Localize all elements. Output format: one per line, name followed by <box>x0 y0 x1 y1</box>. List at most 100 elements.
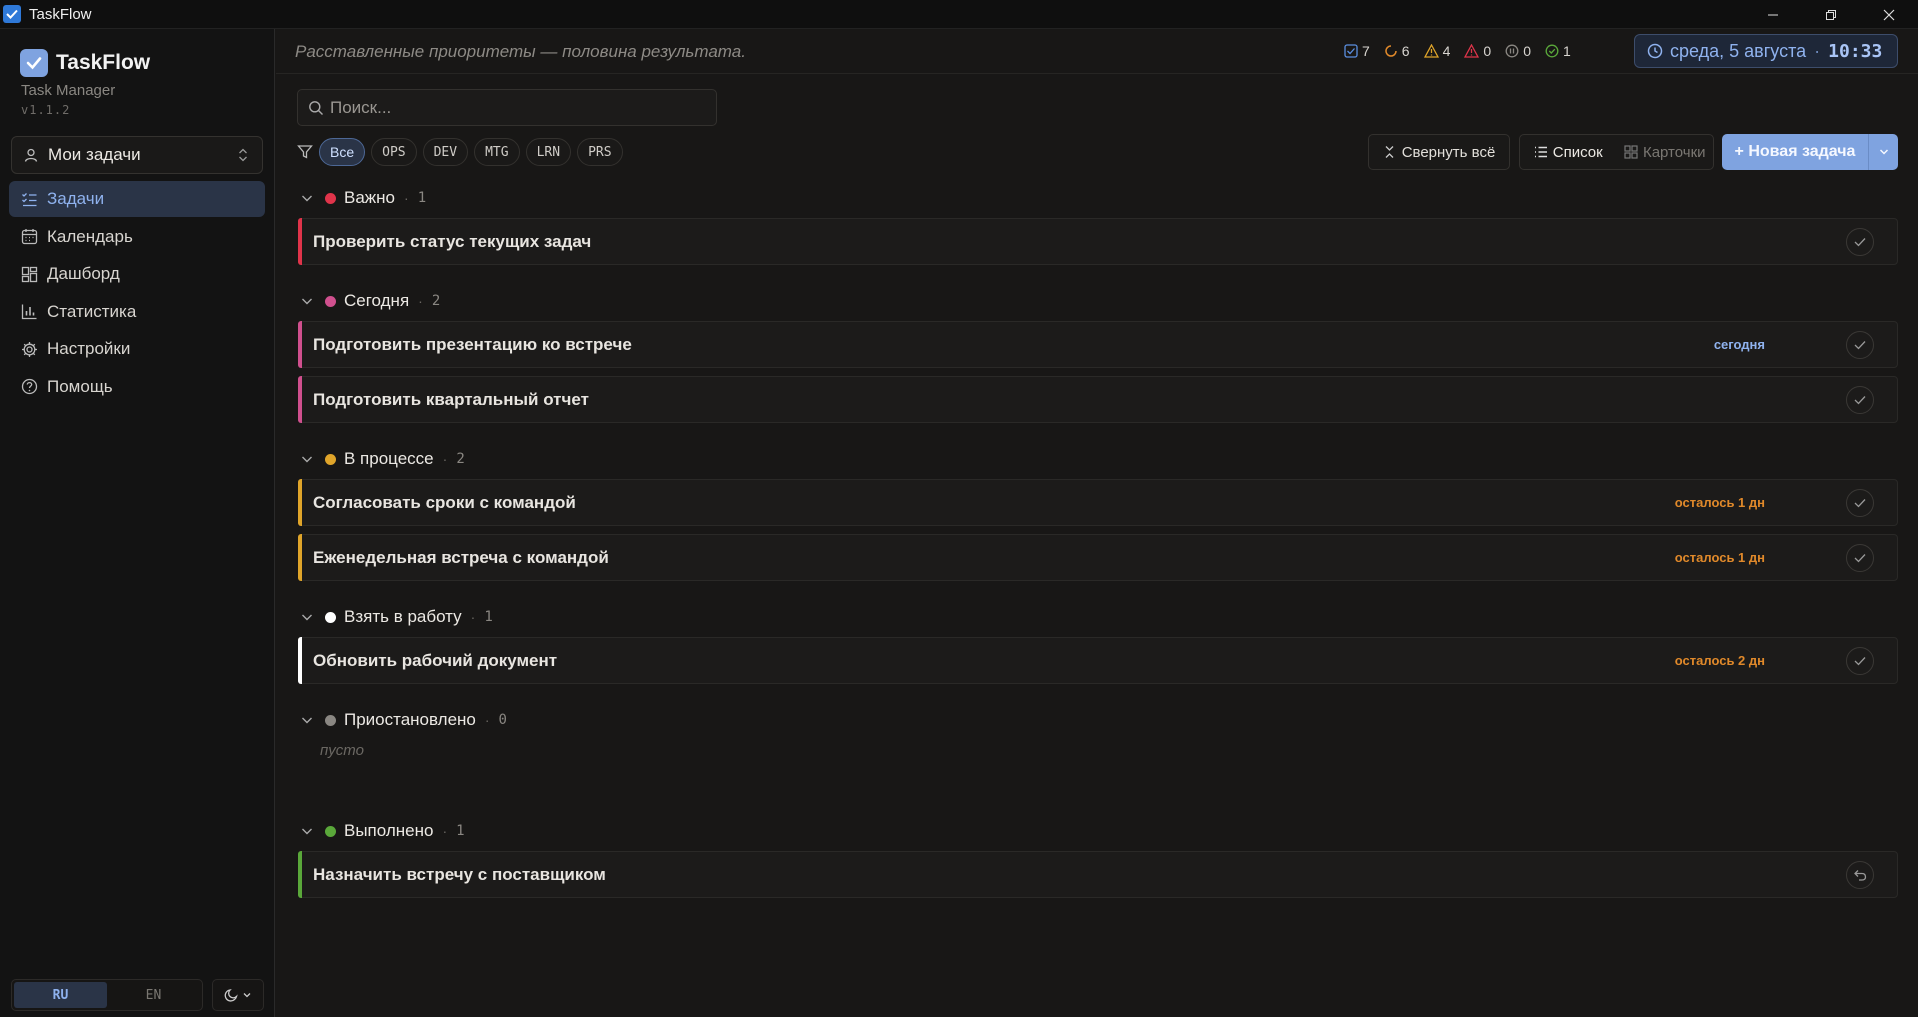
group-count: 1 <box>417 190 427 206</box>
complete-task-button[interactable] <box>1846 543 1874 572</box>
task-title: Еженедельная встреча с командой <box>313 547 609 567</box>
check-icon <box>1854 340 1866 349</box>
new-task-dropdown-button[interactable] <box>1868 134 1898 170</box>
group-color-dot <box>325 192 336 204</box>
sidebar-item-calendar[interactable]: Календарь <box>9 219 265 255</box>
collapse-all-button[interactable]: Свернуть всё <box>1368 134 1510 170</box>
priority-bar <box>298 534 302 581</box>
sidebar-item-dashboard[interactable]: Дашборд <box>9 256 265 292</box>
sidebar-item-statistics[interactable]: Статистика <box>9 294 265 330</box>
language-switch: RU EN <box>11 979 203 1011</box>
stat-in-progress: 6 <box>1384 43 1410 59</box>
checklist-icon <box>22 192 37 206</box>
warning-icon <box>1423 44 1439 58</box>
stat-warning: 4 <box>1423 43 1451 59</box>
brand: TaskFlow <box>20 49 150 77</box>
moon-icon <box>224 988 238 1002</box>
restore-button[interactable] <box>1802 0 1860 29</box>
search-icon <box>309 100 323 115</box>
chevron-down-icon <box>302 828 312 835</box>
task-row[interactable]: Согласовать сроки с командой осталось 1 … <box>298 479 1898 526</box>
language-en-button[interactable]: EN <box>107 982 200 1008</box>
theme-toggle-button[interactable] <box>212 979 264 1011</box>
new-task-button[interactable]: + Новая задача <box>1722 134 1868 170</box>
complete-task-button[interactable] <box>1846 330 1874 359</box>
complete-task-button[interactable] <box>1846 385 1874 414</box>
group-header-done[interactable]: Выполнено · 1 <box>300 819 465 843</box>
filter-ops[interactable]: OPS <box>371 138 417 166</box>
group-separator: · <box>442 823 448 839</box>
stat-overdue: 0 <box>1464 43 1491 59</box>
grid-icon <box>1624 145 1638 159</box>
stat-done: 1 <box>1545 43 1571 59</box>
sidebar-item-label: Дашборд <box>47 264 120 283</box>
minimize-button[interactable] <box>1744 0 1802 29</box>
collapse-icon <box>1385 146 1394 158</box>
task-row[interactable]: Проверить статус текущих задач <box>298 218 1898 265</box>
task-row[interactable]: Подготовить презентацию ко встрече сегод… <box>298 321 1898 368</box>
sidebar-item-tasks[interactable]: Задачи <box>9 181 265 217</box>
group-header-important[interactable]: Важно · 1 <box>300 186 426 210</box>
group-header-to-do[interactable]: Взять в работу · 1 <box>300 605 493 629</box>
group-separator: · <box>442 451 448 467</box>
group-separator: · <box>418 293 423 309</box>
task-row[interactable]: Еженедельная встреча с командой осталось… <box>298 534 1898 581</box>
priority-bar <box>298 637 302 684</box>
app-version: v1.1.2 <box>21 103 71 117</box>
priority-bar <box>298 479 302 526</box>
search-input[interactable] <box>330 97 710 118</box>
chevron-updown-icon <box>239 148 247 162</box>
sidebar-item-label: Календарь <box>47 226 133 246</box>
view-cards-button[interactable]: Карточки <box>1617 144 1714 161</box>
group-name: Взять в работу <box>344 607 462 626</box>
filter-lrn[interactable]: LRN <box>525 138 572 166</box>
chevron-down-icon <box>302 195 312 202</box>
sidebar: TaskFlow Task Manager v1.1.2 Мои задачи … <box>0 29 275 1017</box>
group-separator: · <box>484 712 490 728</box>
stat-value: 7 <box>1362 43 1370 59</box>
stat-value: 4 <box>1442 43 1451 59</box>
chevron-down-icon <box>302 456 312 463</box>
filter-prs[interactable]: PRS <box>577 138 623 166</box>
sidebar-item-settings[interactable]: Настройки <box>9 331 265 367</box>
complete-task-button[interactable] <box>1846 488 1874 517</box>
empty-group-text: пусто <box>320 742 364 759</box>
view-list-button[interactable]: Список <box>1520 144 1617 161</box>
restore-icon <box>1826 9 1836 20</box>
help-icon <box>21 378 38 395</box>
category-filters: Все OPS DEV MTG LRN PRS <box>297 138 623 166</box>
brand-check-icon <box>20 49 48 77</box>
complete-task-button[interactable] <box>1846 227 1874 256</box>
chevron-down-icon <box>243 993 251 998</box>
check-icon <box>1854 553 1866 562</box>
language-ru-button[interactable]: RU <box>14 982 107 1008</box>
filter-all[interactable]: Все <box>319 138 366 166</box>
check-icon <box>1854 498 1866 507</box>
group-header-today[interactable]: Сегодня · 2 <box>300 289 440 313</box>
group-header-paused[interactable]: Приостановлено · 0 <box>300 708 507 732</box>
stat-value: 1 <box>1562 43 1571 59</box>
task-row[interactable]: Обновить рабочий документ осталось 2 дн <box>298 637 1898 684</box>
task-row[interactable]: Подготовить квартальный отчет <box>298 376 1898 423</box>
brand-subtitle: Task Manager <box>21 82 116 99</box>
current-date: среда, 5 августа <box>1670 40 1807 61</box>
scope-select[interactable]: Мои задачи <box>11 136 263 174</box>
view-list-label: Список <box>1552 143 1603 161</box>
done-icon <box>1545 44 1559 58</box>
close-button[interactable] <box>1860 0 1918 29</box>
group-separator: · <box>404 190 409 206</box>
header: Расставленные приоритеты — половина резу… <box>276 29 1918 74</box>
filter-dev[interactable]: DEV <box>422 138 469 166</box>
complete-task-button[interactable] <box>1846 646 1874 675</box>
dashboard-icon <box>21 266 38 282</box>
sidebar-item-help[interactable]: Помощь <box>9 369 265 405</box>
task-row[interactable]: Назначить встречу с поставщиком <box>298 851 1898 898</box>
brand-name: TaskFlow <box>56 51 151 74</box>
task-title: Согласовать сроки с командой <box>313 492 576 512</box>
group-count: 1 <box>484 609 493 625</box>
motivational-quote: Расставленные приоритеты — половина резу… <box>295 42 746 61</box>
task-title: Подготовить презентацию ко встрече <box>313 334 632 354</box>
undo-task-button[interactable] <box>1846 860 1874 889</box>
group-header-in-progress[interactable]: В процессе · 2 <box>300 447 465 471</box>
filter-mtg[interactable]: MTG <box>474 138 520 166</box>
